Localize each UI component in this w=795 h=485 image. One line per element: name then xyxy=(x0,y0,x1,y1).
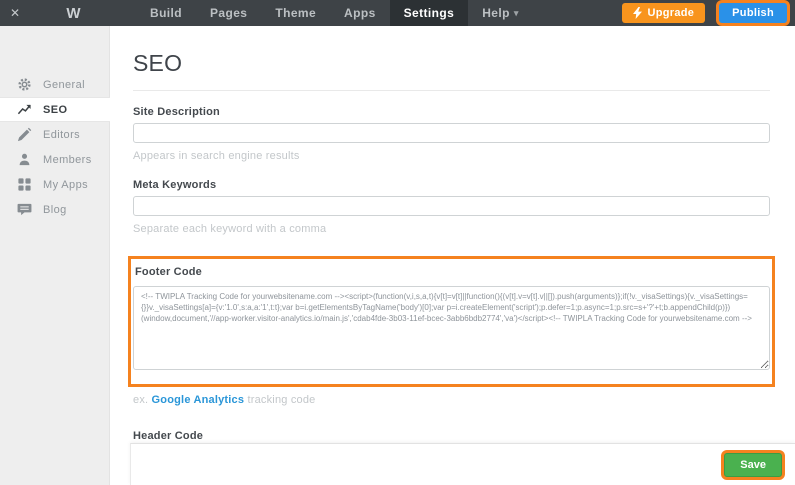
grid-icon xyxy=(17,177,32,192)
sidebar-item-label: General xyxy=(43,79,85,91)
header-code-label: Header Code xyxy=(133,430,770,442)
nav-item-pages[interactable]: Pages xyxy=(196,0,261,26)
meta-keywords-label: Meta Keywords xyxy=(133,179,770,191)
nav-item-apps[interactable]: Apps xyxy=(330,0,390,26)
nav-item-settings[interactable]: Settings xyxy=(390,0,469,26)
save-button[interactable]: Save xyxy=(724,453,782,477)
pencil-icon xyxy=(17,127,32,142)
top-navigation-bar: ✕ W Build Pages Theme Apps Settings Help… xyxy=(0,0,795,26)
google-analytics-link[interactable]: Google Analytics xyxy=(152,394,245,406)
upgrade-button[interactable]: Upgrade xyxy=(622,3,705,23)
settings-sidebar: General SEO Editors Members My Apps xyxy=(0,26,110,485)
sidebar-item-label: Blog xyxy=(43,204,67,216)
footer-code-label: Footer Code xyxy=(135,266,770,278)
sidebar-item-label: SEO xyxy=(43,104,67,116)
seo-settings-panel: SEO Site Description Appears in search e… xyxy=(110,26,795,485)
close-icon[interactable]: ✕ xyxy=(0,0,30,26)
save-bar: Save xyxy=(130,443,795,485)
sidebar-item-label: Editors xyxy=(43,129,80,141)
main-nav: Build Pages Theme Apps Settings Help ▾ xyxy=(136,0,533,26)
topbar-actions: Upgrade Publish xyxy=(622,0,795,26)
speech-bubble-icon xyxy=(17,202,32,217)
sidebar-item-blog[interactable]: Blog xyxy=(0,197,109,222)
sidebar-item-members[interactable]: Members xyxy=(0,147,109,172)
publish-button[interactable]: Publish xyxy=(719,3,787,23)
nav-item-theme[interactable]: Theme xyxy=(261,0,330,26)
sidebar-item-label: Members xyxy=(43,154,92,166)
person-icon xyxy=(17,152,32,167)
sidebar-item-seo[interactable]: SEO xyxy=(0,97,110,122)
sidebar-item-editors[interactable]: Editors xyxy=(0,122,109,147)
upgrade-label: Upgrade xyxy=(647,7,694,19)
site-description-helper: Appears in search engine results xyxy=(133,150,770,162)
footer-code-textarea[interactable]: <!-- TWIPLA Tracking Code for yourwebsit… xyxy=(133,286,770,370)
site-description-section: Site Description Appears in search engin… xyxy=(133,106,770,162)
helper-suffix: tracking code xyxy=(247,394,315,406)
nav-item-help[interactable]: Help ▾ xyxy=(468,0,533,26)
footer-code-helper: ex. Google Analytics tracking code xyxy=(133,394,770,406)
meta-keywords-input[interactable] xyxy=(133,196,770,216)
meta-keywords-section: Meta Keywords Separate each keyword with… xyxy=(133,179,770,235)
weebly-logo: W xyxy=(58,0,88,26)
sidebar-item-label: My Apps xyxy=(43,179,88,191)
title-divider xyxy=(133,90,770,91)
sidebar-item-my-apps[interactable]: My Apps xyxy=(0,172,109,197)
weebly-settings-window: ✕ W Build Pages Theme Apps Settings Help… xyxy=(0,0,795,485)
caret-down-icon: ▾ xyxy=(514,8,519,19)
nav-item-build[interactable]: Build xyxy=(136,0,196,26)
gear-icon xyxy=(17,77,32,92)
sidebar-item-general[interactable]: General xyxy=(0,72,109,97)
footer-code-highlight-box: Footer Code <!-- TWIPLA Tracking Code fo… xyxy=(128,256,775,387)
site-description-label: Site Description xyxy=(133,106,770,118)
site-description-input[interactable] xyxy=(133,123,770,143)
helper-prefix: ex. xyxy=(133,394,148,406)
trending-up-icon xyxy=(17,102,32,117)
meta-keywords-helper: Separate each keyword with a comma xyxy=(133,223,770,235)
nav-help-label: Help xyxy=(482,6,510,20)
page-title: SEO xyxy=(133,50,770,77)
lightning-icon xyxy=(633,7,642,19)
